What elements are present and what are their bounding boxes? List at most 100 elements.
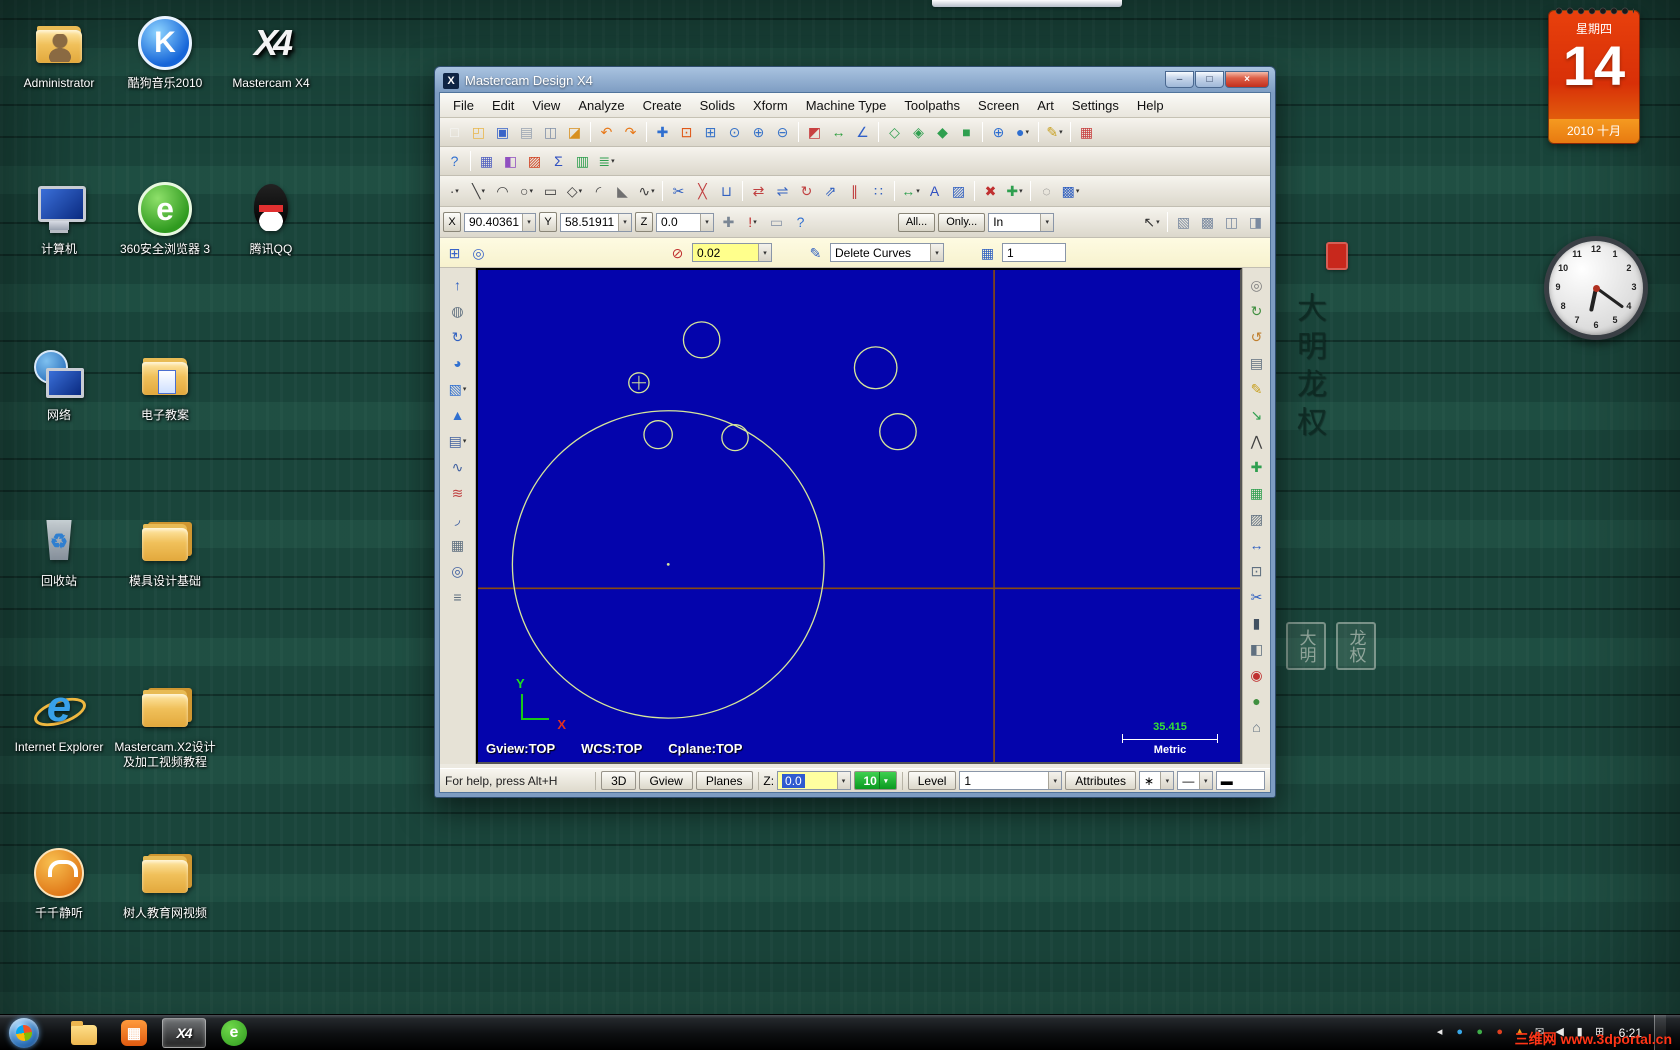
polygon-button[interactable]: ◇ ▾ <box>563 180 586 202</box>
shaded-edges-button[interactable]: ■ <box>955 121 978 143</box>
curves-function-button[interactable]: ✎ <box>804 242 827 264</box>
screen-fit-caret-icon[interactable]: ▾ <box>1076 187 1080 195</box>
point-button[interactable]: ∙ ▾ <box>443 180 466 202</box>
desktop-icon-ttplayer[interactable]: 千千静听 <box>8 844 110 1010</box>
menu-analyze[interactable]: Analyze <box>569 96 633 115</box>
only-selection-button[interactable]: Only... <box>938 212 986 232</box>
undelete-caret-icon[interactable]: ▾ <box>1019 187 1023 195</box>
attributes-button[interactable]: Attributes <box>1065 771 1136 790</box>
taskbar-button-mastercam[interactable]: X4 <box>162 1017 206 1048</box>
solids-revolve-button[interactable]: ↻ <box>445 325 470 348</box>
menu-art[interactable]: Art <box>1028 96 1063 115</box>
menu-edit[interactable]: Edit <box>483 96 523 115</box>
desktop-icon-tencent-qq[interactable]: 腾讯QQ <box>220 180 322 346</box>
mru-undo-button[interactable]: ↺ <box>1244 325 1269 348</box>
mru-home-button[interactable]: ⌂ <box>1244 715 1269 738</box>
desktop-icon-kugou[interactable]: K 酷狗音乐2010 <box>114 14 216 180</box>
menu-file[interactable]: File <box>444 96 483 115</box>
mru-polyline-button[interactable]: ⋀ <box>1244 429 1269 452</box>
mru-hatch-button[interactable]: ▨ <box>1244 507 1269 530</box>
z-depth-caret-icon[interactable]: ▾ <box>836 772 850 789</box>
recent-functions-caret-icon[interactable]: ▾ <box>611 157 615 165</box>
solids-fillet-button[interactable]: ◞ <box>445 507 470 530</box>
mru-pencil-button[interactable]: ✎ <box>1244 377 1269 400</box>
arc-button[interactable]: ◠ <box>491 180 514 202</box>
break-button[interactable]: ╳ <box>691 180 714 202</box>
x-axis-button[interactable]: X <box>443 212 461 232</box>
mru-arrow-button[interactable]: ↘ <box>1244 403 1269 426</box>
x-caret-icon[interactable]: ▾ <box>522 213 535 231</box>
xform-mirror-button[interactable]: ⇌ <box>771 180 794 202</box>
select-edge-button[interactable]: ◫ <box>1220 211 1243 233</box>
menu-solids[interactable]: Solids <box>691 96 744 115</box>
color-button[interactable]: 10 ▾ <box>853 771 897 790</box>
menu-toolpaths[interactable]: Toolpaths <box>895 96 969 115</box>
line-width-combo[interactable]: ▬ <box>1215 771 1265 790</box>
zoom-window-button[interactable]: ⊞ <box>699 121 722 143</box>
new-file-button[interactable]: □ <box>443 121 466 143</box>
point-style-combo[interactable]: ∗ ▾ <box>1138 771 1175 790</box>
tray-volume-button[interactable]: ◀ <box>1551 1023 1569 1043</box>
screen-blank-button[interactable]: ◌ <box>1035 180 1058 202</box>
solids-block-caret-icon[interactable]: ▾ <box>463 385 467 393</box>
circle-caret-icon[interactable]: ▾ <box>529 187 533 195</box>
geometry-circle-1[interactable] <box>682 321 721 359</box>
menu-create[interactable]: Create <box>634 96 691 115</box>
line-style-combo[interactable]: ― ▾ <box>1177 771 1213 790</box>
open-file-button[interactable]: ◰ <box>467 121 490 143</box>
mru-dark-button[interactable]: ▮ <box>1244 611 1269 634</box>
circle-button[interactable]: ○ ▾ <box>515 180 538 202</box>
tray-360-button[interactable]: ● <box>1471 1023 1489 1043</box>
polygon-caret-icon[interactable]: ▾ <box>579 187 583 195</box>
mru-trim-button[interactable]: ✂ <box>1244 585 1269 608</box>
mru-add-button[interactable]: ✚ <box>1244 455 1269 478</box>
hatch-button[interactable]: ▨ <box>947 180 970 202</box>
solids-cone-button[interactable]: ▲ <box>445 403 470 426</box>
fillet-button[interactable]: ◜ <box>587 180 610 202</box>
zoom-in-button[interactable]: ⊕ <box>747 121 770 143</box>
select-face-button[interactable]: ▧ <box>1172 211 1195 233</box>
zoom-target-button[interactable]: ⊙ <box>723 121 746 143</box>
desktop-icon-administrator[interactable]: Administrator <box>8 14 110 180</box>
tolerance-caret-icon[interactable]: ▾ <box>758 244 771 261</box>
solids-boolean-button[interactable]: ◎ <box>445 559 470 582</box>
autocursor-override-caret-icon[interactable]: ▾ <box>753 218 757 226</box>
menu-xform[interactable]: Xform <box>744 96 797 115</box>
desktop-icon-browser-360[interactable]: e 360安全浏览器 3 <box>114 180 216 346</box>
mru-sphere-button[interactable]: ● <box>1244 689 1269 712</box>
start-button[interactable] <box>0 1015 48 1050</box>
show-desktop-button[interactable] <box>1654 1014 1666 1050</box>
mru-levels-button[interactable]: ▤ <box>1244 351 1269 374</box>
close-button[interactable]: × <box>1225 71 1269 88</box>
fastpoint-button[interactable]: ✚ <box>717 211 740 233</box>
mru-redo-button[interactable]: ↻ <box>1244 299 1269 322</box>
print-button[interactable]: ▤ <box>515 121 538 143</box>
solids-extrude-button[interactable]: ↑ <box>445 273 470 296</box>
desktop-icon-recycle-bin[interactable]: ♻ 回收站 <box>8 512 110 678</box>
tray-kugou-button[interactable]: ● <box>1451 1023 1469 1043</box>
y-coordinate-field[interactable]: 58.51911 ▾ <box>560 212 632 232</box>
solids-cylinder-button[interactable]: ◍ <box>445 299 470 322</box>
level-caret-icon[interactable]: ▾ <box>1048 772 1062 789</box>
level-field[interactable]: 1 ▾ <box>959 771 1063 790</box>
solids-sphere-button[interactable]: ◕ <box>445 351 470 374</box>
desktop-icon-folder-mastercam-x2[interactable]: Mastercam.X2设计及加工视频教程 <box>114 678 216 844</box>
mru-circle-button[interactable]: ◎ <box>1244 273 1269 296</box>
summary-button[interactable]: Σ <box>547 150 570 172</box>
maximize-button[interactable]: □ <box>1195 71 1224 88</box>
solids-shell-button[interactable]: ▦ <box>445 533 470 556</box>
join-button[interactable]: ⊔ <box>715 180 738 202</box>
repaint-button[interactable]: ◩ <box>803 121 826 143</box>
z-depth-field[interactable]: 0.0 ▾ <box>777 771 851 790</box>
mru-measure-button[interactable]: ↔ <box>1244 533 1269 556</box>
point-caret-icon[interactable]: ▾ <box>455 187 459 195</box>
line-style-caret-icon[interactable]: ▾ <box>1198 772 1212 789</box>
shaded-button[interactable]: ◆ <box>931 121 954 143</box>
zoom-out-button[interactable]: ⊖ <box>771 121 794 143</box>
gview-select-button[interactable]: ▭ <box>765 211 788 233</box>
tray-input-button[interactable]: ⊞ <box>1591 1023 1609 1043</box>
taskbar-button-app-360[interactable]: ▦ <box>112 1018 156 1048</box>
mru-palette-button[interactable]: ◧ <box>1244 637 1269 660</box>
grid-params-button[interactable]: ▦ <box>1075 121 1098 143</box>
y-axis-button[interactable]: Y <box>539 212 557 232</box>
